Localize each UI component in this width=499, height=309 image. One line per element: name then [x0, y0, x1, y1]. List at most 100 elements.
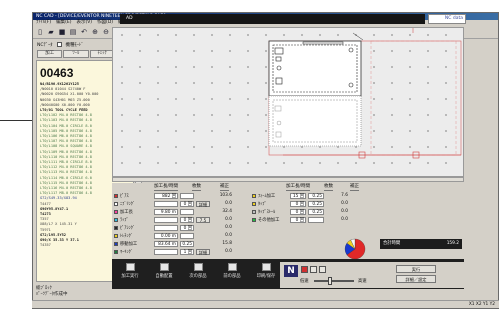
- speed-slider-track[interactable]: [314, 280, 354, 282]
- new-file-icon[interactable]: ▯: [35, 27, 45, 37]
- row-count[interactable]: 0.25: [308, 200, 324, 207]
- row-correction: 32.4: [222, 209, 232, 214]
- save-icon[interactable]: ■: [57, 27, 67, 37]
- row-label: ﾗｯﾌﾟ: [120, 217, 129, 223]
- color-swatch: [252, 201, 256, 206]
- machining-run-button[interactable]: 加工実行: [116, 263, 144, 279]
- header-left-length: 加工長/時間: [154, 184, 179, 191]
- row-count[interactable]: [308, 216, 324, 223]
- run-icon: [125, 263, 135, 271]
- row-correction: 7.6: [341, 193, 348, 198]
- row-count[interactable]: 0.25: [308, 208, 324, 215]
- open-folder-icon[interactable]: ▰: [46, 27, 56, 37]
- grid-point: [463, 114, 464, 116]
- auto-layout-button[interactable]: 自動配置: [150, 263, 178, 279]
- row-value: 83.64 m: [154, 240, 178, 247]
- stats-row: ﾋﾟｱｽ 882 回 103.6: [114, 192, 232, 199]
- row-count[interactable]: 0 回: [180, 216, 194, 223]
- grid-point: [463, 50, 464, 52]
- total-time-value: 159.2: [446, 241, 459, 246]
- tab-check[interactable]: ﾁｪｯｸ: [89, 50, 115, 58]
- stats-row: ﾆﾌﾞﾘﾝｸﾞ 0 回詳細 0.0: [114, 200, 232, 207]
- header-right-length: 加工長/時間: [286, 184, 311, 191]
- row-correction: 0.0: [225, 249, 232, 254]
- execute-button[interactable]: 実行: [396, 265, 436, 273]
- data-selector[interactable]: NC data: [428, 14, 466, 24]
- row-correction: 0.0: [225, 201, 232, 206]
- sheet-remainder: [370, 40, 457, 156]
- row-count[interactable]: [180, 192, 194, 199]
- row-correction: 0.0: [225, 233, 232, 238]
- stop-icon[interactable]: [301, 266, 308, 273]
- speed-slider-thumb[interactable]: [328, 277, 332, 285]
- color-swatch: [114, 249, 118, 254]
- zoom-in-icon[interactable]: ⊕: [90, 27, 100, 37]
- row-detail[interactable]: 7.5: [196, 216, 210, 223]
- row-correction: 0.0: [341, 217, 348, 222]
- row-count[interactable]: 1 回: [180, 248, 194, 255]
- pause-icon[interactable]: [310, 266, 317, 273]
- menu-edit[interactable]: 編集(E): [56, 20, 71, 26]
- row-label: ﾀｯﾌﾟ: [258, 201, 267, 207]
- total-time-label: 合計時間: [383, 241, 401, 246]
- row-detail[interactable]: 詳細: [196, 200, 210, 207]
- menu-file[interactable]: ﾌｧｲﾙ(F): [36, 20, 51, 26]
- part-lower: [268, 95, 362, 147]
- row-value: 9.80 m: [154, 208, 178, 215]
- layout-icon: [159, 263, 169, 271]
- prev-part-label: 前の部品: [223, 274, 241, 279]
- undo-icon[interactable]: ↶: [79, 27, 89, 37]
- command-field[interactable]: AD: [120, 14, 425, 24]
- machining-stats-panel: 加工長/時間 枚数 補正 加工長/時間 枚数 補正 ﾋﾟｱｽ 882 回 103.6…: [112, 183, 464, 260]
- menu-draw[interactable]: 作図(D): [97, 20, 113, 26]
- row-label: ﾄﾚﾁﾝｸﾞ: [120, 233, 133, 239]
- row-count[interactable]: 0 回: [180, 224, 194, 231]
- stats-row: ﾄﾚﾁﾝｸﾞ 0.00 m 0.0: [114, 232, 232, 239]
- program-panel-title: NCﾃﾞｰﾀ: [37, 42, 53, 48]
- grid-point: [463, 66, 464, 68]
- detail-settings-button[interactable]: 詳細／設定: [396, 275, 436, 283]
- mode-checkbox[interactable]: [56, 42, 62, 47]
- header-left-count: 枚数: [192, 184, 201, 191]
- callout-line: [0, 120, 32, 121]
- row-label: 加工長: [120, 209, 133, 215]
- row-count[interactable]: 0 回: [180, 200, 194, 207]
- row-detail[interactable]: 詳細: [196, 248, 210, 255]
- color-swatch: [114, 201, 118, 206]
- row-count[interactable]: [180, 232, 194, 239]
- print-save-button[interactable]: 印刷/保存: [252, 263, 280, 279]
- row-value: 882 回: [154, 192, 178, 199]
- print-icon[interactable]: ▤: [68, 27, 78, 37]
- grid-point: [463, 34, 464, 36]
- color-swatch: [114, 193, 118, 198]
- next-part-label: 次の部品: [189, 274, 207, 279]
- canvas-horizontal-scrollbar[interactable]: [112, 177, 464, 182]
- next-part-button[interactable]: 次の部品: [184, 263, 212, 279]
- row-count[interactable]: 0.25: [180, 240, 194, 247]
- zoom-out-icon[interactable]: ⊖: [101, 27, 111, 37]
- tab-tool[interactable]: ﾂｰﾙ: [63, 50, 89, 58]
- row-correction: 0.0: [341, 201, 348, 206]
- next-icon: [193, 263, 203, 271]
- step-icon[interactable]: [319, 266, 326, 273]
- menu-view[interactable]: 表示(V): [76, 20, 92, 26]
- row-correction: 0.0: [225, 217, 232, 222]
- color-swatch: [114, 209, 118, 214]
- status-bar: X1 X2 Y1 Y2: [32, 300, 499, 308]
- row-label: ﾋﾟｱｽ: [120, 193, 129, 199]
- prev-part-button[interactable]: 前の部品: [218, 263, 246, 279]
- row-value: 15 回: [290, 192, 306, 199]
- machining-run-label: 加工実行: [121, 274, 139, 279]
- command-field-text: AD: [126, 16, 133, 21]
- drawing-canvas[interactable]: [112, 27, 464, 177]
- tab-machining[interactable]: 加工: [37, 50, 63, 58]
- row-count[interactable]: [180, 208, 194, 215]
- stats-row: ﾏｰｷﾝｸﾞ 1 回詳細 0.0: [114, 248, 232, 255]
- row-label: ﾆﾌﾞﾘﾝｸﾞ: [120, 201, 136, 207]
- color-swatch: [252, 193, 256, 198]
- nc-logo: N: [284, 265, 298, 277]
- leader-line: [352, 32, 364, 41]
- row-value: 0 回: [290, 216, 306, 223]
- row-count[interactable]: 0.25: [308, 192, 324, 199]
- stats-row: ﾀｯﾌﾟｽﾄｰﾙ 0 回 0.25 0.0: [252, 208, 348, 215]
